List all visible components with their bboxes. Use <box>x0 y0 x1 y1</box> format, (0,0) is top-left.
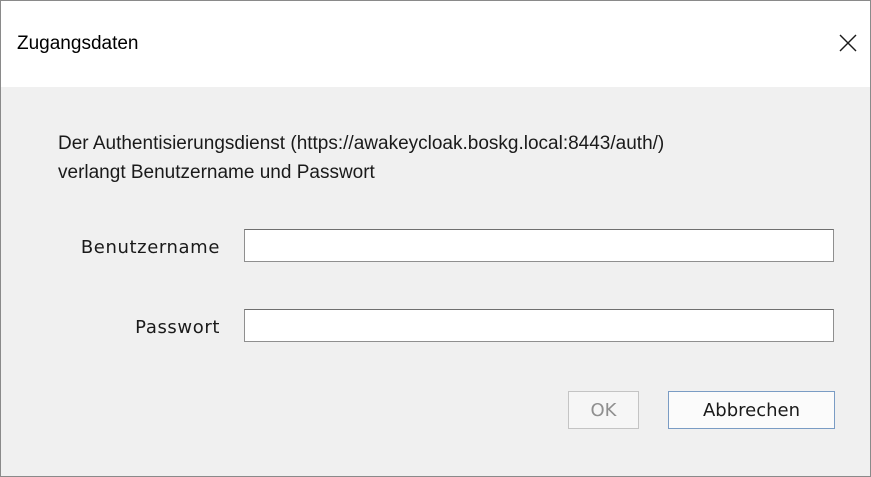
auth-message-line-2: verlangt Benutzername und Passwort <box>58 162 375 183</box>
dialog-title: Zugangsdaten <box>17 33 139 54</box>
login-dialog: Zugangsdaten Der Authentisierungsdienst … <box>0 0 871 477</box>
ok-button[interactable]: OK <box>568 391 639 429</box>
close-icon <box>839 34 857 52</box>
password-label: Passwort <box>135 317 220 338</box>
close-button[interactable] <box>826 23 870 63</box>
auth-message-line-1: Der Authentisierungsdienst (https://awak… <box>58 133 665 154</box>
auth-message: Der Authentisierungsdienst (https://awak… <box>58 129 838 187</box>
title-bar: Zugangsdaten <box>1 1 870 87</box>
username-field[interactable] <box>244 229 834 262</box>
cancel-button[interactable]: Abbrechen <box>668 391 835 429</box>
username-label: Benutzername <box>80 237 220 258</box>
dialog-content: Der Authentisierungsdienst (https://awak… <box>1 87 870 476</box>
password-field[interactable] <box>244 309 834 342</box>
